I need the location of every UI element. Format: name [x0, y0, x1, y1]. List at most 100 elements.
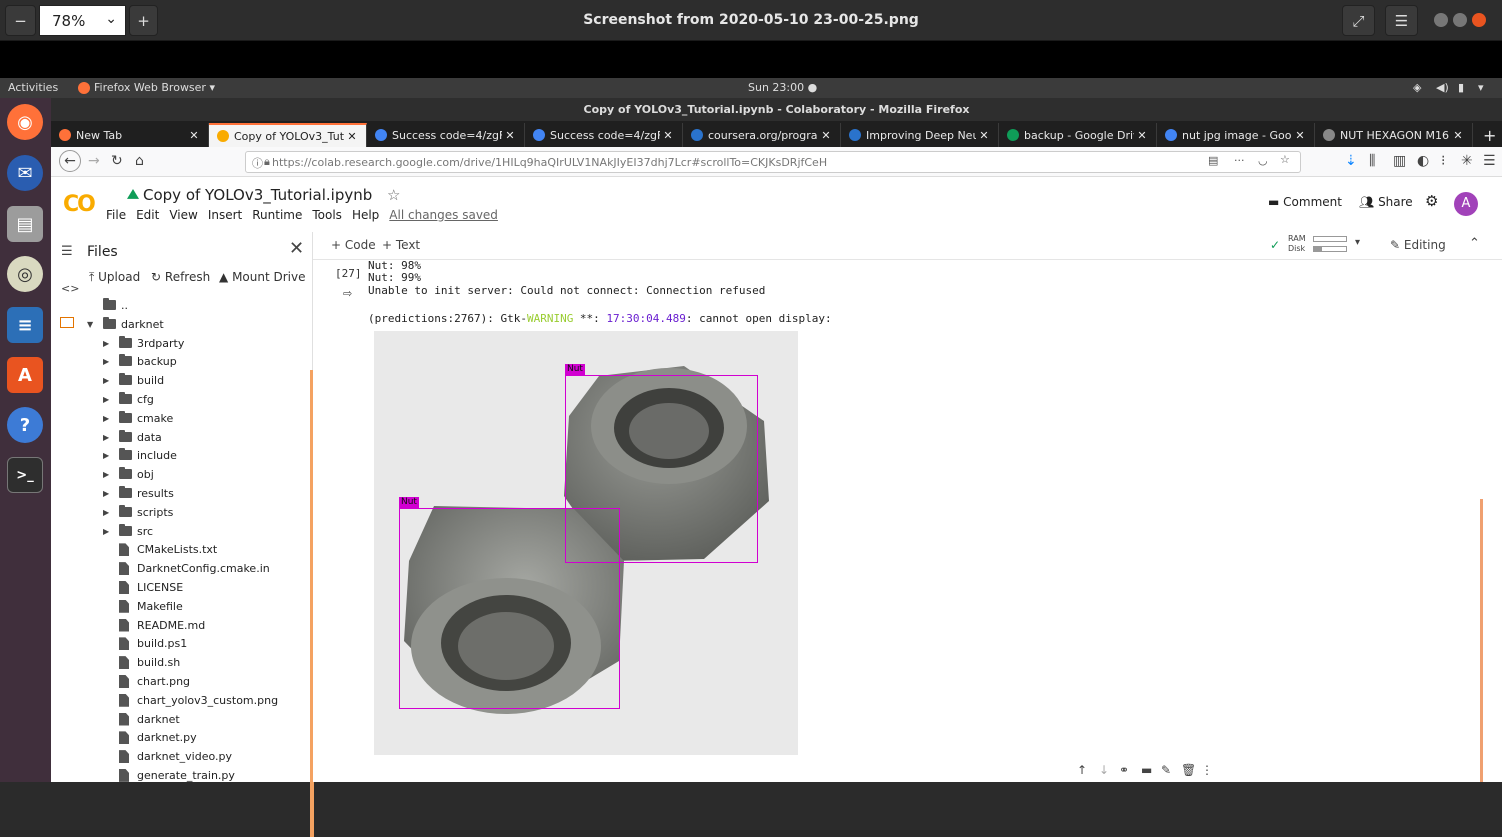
- close-icon[interactable]: ✕: [1450, 129, 1466, 142]
- menu-tools[interactable]: Tools: [312, 208, 342, 222]
- output-toggle-icon[interactable]: ⇨: [343, 287, 352, 300]
- close-icon[interactable]: ✕: [976, 129, 992, 142]
- files-dock-icon[interactable]: ▤: [7, 206, 43, 242]
- app-menu[interactable]: Firefox Web Browser ▾: [94, 81, 215, 94]
- close-icon[interactable]: ✕: [186, 129, 202, 142]
- close-icon[interactable]: ✕: [1134, 129, 1150, 142]
- toc-icon[interactable]: ☰: [61, 244, 73, 259]
- wifi-icon[interactable]: ◈: [1413, 81, 1421, 94]
- upload-button[interactable]: ⤒ Upload: [89, 270, 140, 285]
- tab-coursera[interactable]: coursera.org/program ✕: [683, 123, 841, 147]
- help-dock-icon[interactable]: ?: [7, 407, 43, 443]
- file-tree-row[interactable]: darknet.py: [51, 729, 313, 748]
- tab-success-1[interactable]: Success code=4/zgFZ ✕: [367, 123, 525, 147]
- chevron-down-icon[interactable]: ▾: [1355, 237, 1360, 248]
- file-tree-row[interactable]: build.sh: [51, 654, 313, 673]
- file-tree-row[interactable]: LICENSE: [51, 579, 313, 598]
- file-tree-row[interactable]: ▶ obj: [51, 466, 313, 485]
- star-icon[interactable]: ☆: [387, 186, 400, 204]
- chevron-right-icon[interactable]: ▶: [103, 376, 109, 385]
- file-tree-row[interactable]: DarknetConfig.cmake.in: [51, 560, 313, 579]
- info-icon[interactable]: ⓘ: [252, 155, 263, 171]
- pocket-icon[interactable]: ◡: [1258, 154, 1268, 167]
- software-dock-icon[interactable]: A: [7, 357, 43, 393]
- fullscreen-button[interactable]: ⤢: [1342, 5, 1375, 36]
- menu-file[interactable]: File: [106, 208, 126, 222]
- extension-icon[interactable]: ⁝: [1441, 153, 1445, 169]
- lock-icon[interactable]: 🔒︎: [264, 155, 270, 169]
- notebook-title[interactable]: Copy of YOLOv3_Tutorial.ipynb: [143, 186, 372, 204]
- colab-logo[interactable]: CO: [63, 192, 96, 217]
- file-tree-row[interactable]: chart.png: [51, 673, 313, 692]
- viewer-menu-button[interactable]: ☰: [1385, 5, 1418, 36]
- comment-icon[interactable]: ▬: [1141, 763, 1152, 777]
- add-code-button[interactable]: + Code: [331, 238, 376, 252]
- file-tree-row[interactable]: build.ps1: [51, 635, 313, 654]
- chevron-right-icon[interactable]: ▶: [103, 357, 109, 366]
- code-snippets-icon[interactable]: <>: [61, 282, 79, 295]
- zoom-in-button[interactable]: +: [129, 5, 158, 36]
- library-icon[interactable]: ⫼: [1369, 153, 1375, 169]
- forward-icon[interactable]: →: [88, 153, 100, 169]
- tab-nut-hexagon[interactable]: NUT HEXAGON M16 ✕: [1315, 123, 1473, 147]
- file-tree-row[interactable]: darknet_video.py: [51, 748, 313, 767]
- chevron-right-icon[interactable]: ▶: [103, 339, 109, 348]
- file-tree-row[interactable]: ▶ build: [51, 372, 313, 391]
- new-tab-button[interactable]: +: [1475, 123, 1502, 147]
- sidebar-icon[interactable]: ▥: [1393, 153, 1406, 169]
- home-icon[interactable]: ⌂: [135, 153, 144, 169]
- firefox-dock-icon[interactable]: ◉: [7, 104, 43, 140]
- chevron-right-icon[interactable]: ▶: [103, 508, 109, 517]
- menu-runtime[interactable]: Runtime: [252, 208, 302, 222]
- comment-button[interactable]: ▬ Comment: [1268, 195, 1342, 209]
- chevron-right-icon[interactable]: ▶: [103, 433, 109, 442]
- terminal-dock-icon[interactable]: >_: [7, 457, 43, 493]
- chevron-right-icon[interactable]: ▶: [103, 395, 109, 404]
- file-tree-row[interactable]: darknet: [51, 711, 313, 730]
- close-icon[interactable]: ✕: [1292, 129, 1308, 142]
- file-tree-row[interactable]: ▶ include: [51, 447, 313, 466]
- more-icon[interactable]: ⋮: [1201, 763, 1213, 777]
- file-tree-row[interactable]: ▶ src: [51, 523, 313, 542]
- move-up-icon[interactable]: ↑: [1077, 763, 1087, 777]
- file-tree-row[interactable]: ▶ cmake: [51, 410, 313, 429]
- file-tree-row[interactable]: ..: [51, 297, 313, 316]
- file-tree-row[interactable]: README.md: [51, 617, 313, 636]
- file-tree-row[interactable]: ▶ backup: [51, 353, 313, 372]
- activities-button[interactable]: Activities: [8, 81, 58, 94]
- refresh-button[interactable]: ↻ Refresh: [151, 270, 210, 284]
- file-tree-row[interactable]: generate_train.py: [51, 767, 313, 786]
- chevron-right-icon[interactable]: ▶: [103, 414, 109, 423]
- link-icon[interactable]: ⚭: [1119, 763, 1129, 777]
- tab-new-tab[interactable]: New Tab ✕: [51, 123, 209, 147]
- window-maximize-button[interactable]: [1453, 13, 1467, 27]
- close-icon[interactable]: ✕: [818, 129, 834, 142]
- chevron-up-icon[interactable]: ⌃: [1469, 236, 1480, 251]
- move-down-icon[interactable]: ↓: [1099, 763, 1109, 777]
- chevron-down-icon[interactable]: ▼: [87, 320, 93, 329]
- extension-icon[interactable]: ✳: [1461, 153, 1473, 169]
- reader-view-icon[interactable]: ▤: [1208, 154, 1218, 167]
- file-tree-row[interactable]: ▶ scripts: [51, 504, 313, 523]
- file-tree-row[interactable]: CMakeLists.txt: [51, 541, 313, 560]
- disk-meter[interactable]: [1313, 246, 1347, 252]
- file-tree-row[interactable]: chart_yolov3_custom.png: [51, 692, 313, 711]
- close-icon[interactable]: ✕: [660, 129, 676, 142]
- clock[interactable]: Sun 23:00 ●: [748, 81, 817, 94]
- thunderbird-dock-icon[interactable]: ✉: [7, 155, 43, 191]
- menu-view[interactable]: View: [169, 208, 197, 222]
- trash-icon[interactable]: 🗑︎: [1181, 763, 1196, 777]
- drive-icon[interactable]: [127, 189, 139, 199]
- zoom-out-button[interactable]: −: [5, 5, 36, 36]
- tab-colab[interactable]: Copy of YOLOv3_Tuto ✕: [209, 123, 367, 147]
- mount-drive-button[interactable]: ▲ Mount Drive: [219, 270, 305, 284]
- editing-mode-button[interactable]: ✎ Editing: [1390, 238, 1446, 252]
- close-icon[interactable]: ✕: [289, 238, 304, 259]
- window-close-button[interactable]: [1472, 13, 1486, 27]
- tab-success-2[interactable]: Success code=4/zgFV ✕: [525, 123, 683, 147]
- file-tree-row[interactable]: ▶ 3rdparty: [51, 335, 313, 354]
- menu-help[interactable]: Help: [352, 208, 379, 222]
- chevron-right-icon[interactable]: ▶: [103, 470, 109, 479]
- pencil-icon[interactable]: ✎: [1161, 763, 1171, 777]
- tab-backup[interactable]: backup - Google Drive✕: [999, 123, 1157, 147]
